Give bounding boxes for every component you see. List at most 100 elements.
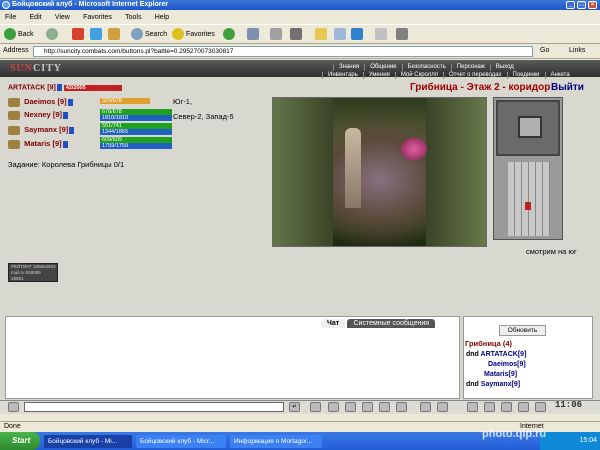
home-icon [108, 28, 120, 41]
member-name[interactable]: Saymanx [24, 125, 57, 134]
info-icon[interactable] [63, 111, 69, 119]
folder-button[interactable] [315, 28, 329, 42]
turn-control[interactable] [518, 116, 542, 138]
print-button[interactable] [270, 28, 284, 42]
taskbar-item[interactable]: Бойцовский клуб - Micr... [136, 435, 226, 448]
people-icon[interactable] [501, 402, 512, 412]
forward-button[interactable] [46, 28, 60, 42]
tool-icon [375, 28, 387, 41]
info-icon[interactable] [67, 98, 73, 106]
address-input[interactable]: http://suncity.combats.com/buttons.pl?ba… [33, 46, 533, 57]
character-figure [345, 128, 361, 208]
smile-icon[interactable] [345, 402, 356, 412]
menu-edit[interactable]: Edit [30, 14, 42, 21]
back-button[interactable]: Back [4, 28, 34, 42]
nav-transfers[interactable]: Отчет о переводах [442, 72, 507, 79]
stop-icon [72, 28, 84, 41]
inventory-icon[interactable] [467, 402, 478, 412]
bottom-nav: Инвентарь Умения Мой Скроллп Отчет о перево… [322, 69, 575, 79]
nav-battles[interactable]: Поединки [506, 72, 545, 79]
go-button[interactable]: Go [540, 47, 549, 54]
action-icon[interactable] [396, 402, 407, 412]
maximize-button[interactable]: □ [577, 1, 586, 9]
mail-icon [247, 28, 259, 41]
taskbar-item[interactable]: Информация о Mortagor... [230, 435, 322, 448]
clear-icon[interactable] [310, 402, 321, 412]
member-name[interactable]: Mataris [24, 139, 50, 148]
refresh-button[interactable]: Обновить [499, 325, 546, 336]
quest-task: Задание: Королева Грибницы 0/1 [8, 160, 125, 169]
group-member[interactable]: dnd Saymanx[9] [466, 381, 520, 388]
settings-icon[interactable] [518, 402, 529, 412]
info-icon[interactable] [69, 126, 75, 134]
party-member: Mataris [9] [8, 138, 68, 150]
refresh-button[interactable] [90, 28, 104, 42]
home-button[interactable] [108, 28, 122, 42]
hp-bar: 329/678 [100, 98, 151, 104]
group-member[interactable]: Daeimos[9] [488, 361, 526, 368]
emoticon-icon[interactable] [420, 402, 431, 412]
clan-icon [8, 125, 20, 135]
group-member[interactable]: Mataris[9] [484, 371, 517, 378]
start-button[interactable]: Start [0, 432, 40, 450]
tool-button-3[interactable] [396, 28, 410, 42]
right-wall [426, 98, 486, 246]
mail-icon[interactable] [535, 402, 546, 412]
player-name[interactable]: ARTATACK [8, 84, 45, 91]
info-icon[interactable] [62, 140, 68, 148]
nav-scrolls[interactable]: Мой Скроллп [394, 72, 443, 79]
clan-icon [8, 139, 20, 149]
history-button[interactable] [223, 28, 237, 42]
navigation-compass[interactable] [496, 100, 560, 156]
bag-icon[interactable] [484, 402, 495, 412]
minimap [493, 97, 563, 240]
toolbar: Back Search Favorites [0, 24, 600, 44]
chat-input[interactable] [24, 402, 284, 412]
exit-link[interactable]: Выйти [551, 82, 584, 93]
taskbar-item[interactable]: Бойцовский клуб - Mi... [44, 435, 132, 448]
clan-icon [8, 110, 20, 120]
minimize-button[interactable]: _ [566, 1, 575, 9]
mushroom-monster[interactable] [401, 138, 427, 160]
close-button[interactable]: × [588, 1, 597, 9]
info-icon[interactable] [56, 84, 62, 91]
chat-menu-icon[interactable] [8, 402, 19, 412]
edit-button[interactable] [290, 28, 304, 42]
menu-favorites[interactable]: Favorites [83, 14, 112, 21]
nav-skills[interactable]: Умения [362, 72, 395, 79]
mail-button[interactable] [247, 28, 261, 42]
menu-file[interactable]: File [5, 14, 16, 21]
rating-counter[interactable]: РЕЙТИНГ 336664604 mail.ru 558089 19691 [8, 263, 58, 282]
chat-area[interactable] [5, 316, 460, 399]
nav-inventory[interactable]: Инвентарь [322, 72, 363, 79]
tab-system-messages[interactable]: Системные сообщения [347, 319, 436, 328]
tab-chat[interactable]: Чат [321, 319, 346, 328]
dungeon-view[interactable] [272, 97, 487, 247]
window-title-bar: Бойцовский клуб - Microsoft Internet Exp… [0, 0, 600, 10]
group-member[interactable]: dnd ARTATACK[9] [466, 351, 526, 358]
action-icon[interactable] [362, 402, 373, 412]
menu-help[interactable]: Help [155, 14, 169, 21]
links-button[interactable]: Links [569, 47, 585, 54]
member-name[interactable]: Nexney [24, 110, 51, 119]
member-bars: 609/609 1759/1759 [100, 137, 172, 149]
lock-icon[interactable] [437, 402, 448, 412]
menu-tools[interactable]: Tools [125, 14, 141, 21]
search-button[interactable]: Search [131, 28, 167, 42]
messenger-button[interactable] [351, 28, 365, 42]
filter-icon[interactable] [328, 402, 339, 412]
tool-button-1[interactable] [334, 28, 348, 42]
messenger-icon [351, 28, 363, 41]
tool-button-2[interactable] [375, 28, 389, 42]
left-wall [273, 98, 333, 246]
printer-icon [270, 28, 282, 41]
favorites-button[interactable]: Favorites [172, 28, 215, 42]
menu-view[interactable]: View [55, 14, 70, 21]
send-icon[interactable]: ↵ [289, 402, 300, 412]
action-icon[interactable] [379, 402, 390, 412]
stop-button[interactable] [72, 28, 86, 42]
nav-profile[interactable]: Анкета [544, 72, 575, 79]
member-name[interactable]: Daeimos [24, 97, 55, 106]
watermark: photo.qip.ru [482, 428, 547, 440]
member-bars: 329/678 [100, 98, 172, 104]
